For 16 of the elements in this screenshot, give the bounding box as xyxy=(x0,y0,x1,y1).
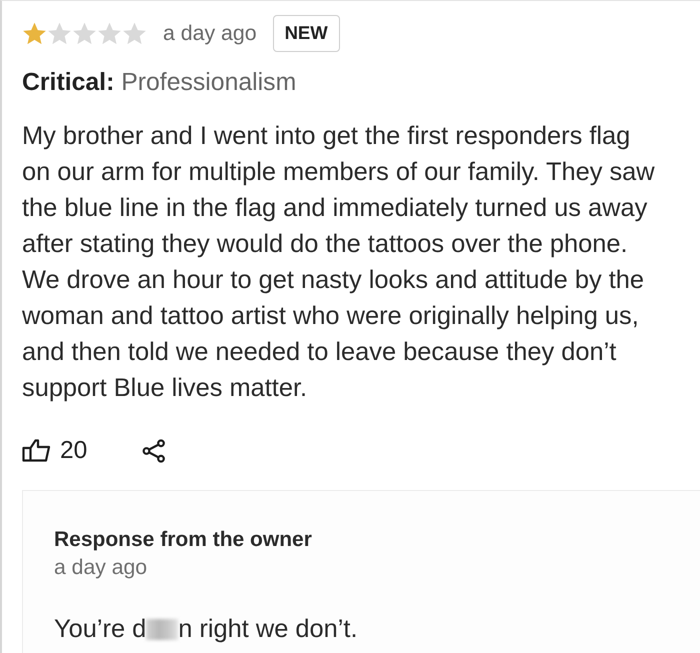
star-icon xyxy=(47,22,72,46)
response-text: You’re d n right we don’t. xyxy=(54,614,358,645)
like-button[interactable]: 20 xyxy=(22,438,88,463)
response-title: Response from the owner xyxy=(54,526,313,552)
new-badge: NEW xyxy=(272,15,340,52)
share-button[interactable] xyxy=(142,438,166,463)
review-time: a day ago xyxy=(163,20,257,47)
share-icon xyxy=(142,438,166,463)
star-icon xyxy=(122,22,147,46)
review-text: My brother and I went into get the first responders flag on our arm for multiple members of our family. They saw the blue line in the flag and immediately turned us away after stating they would do the tattoos over the phone. We drove an hour to get nasty looks and attitude by the woman and tattoo artist who were originally helping us, and then told we needed to leave because they don’t support Blue lives matter. xyxy=(22,120,656,404)
star-icon xyxy=(72,22,97,46)
review-category: Critical: Professionalism xyxy=(22,68,298,98)
thumbs-up-icon xyxy=(22,439,52,462)
response-time: a day ago xyxy=(54,554,148,580)
star-icon xyxy=(97,22,122,46)
star-icon xyxy=(22,22,47,46)
